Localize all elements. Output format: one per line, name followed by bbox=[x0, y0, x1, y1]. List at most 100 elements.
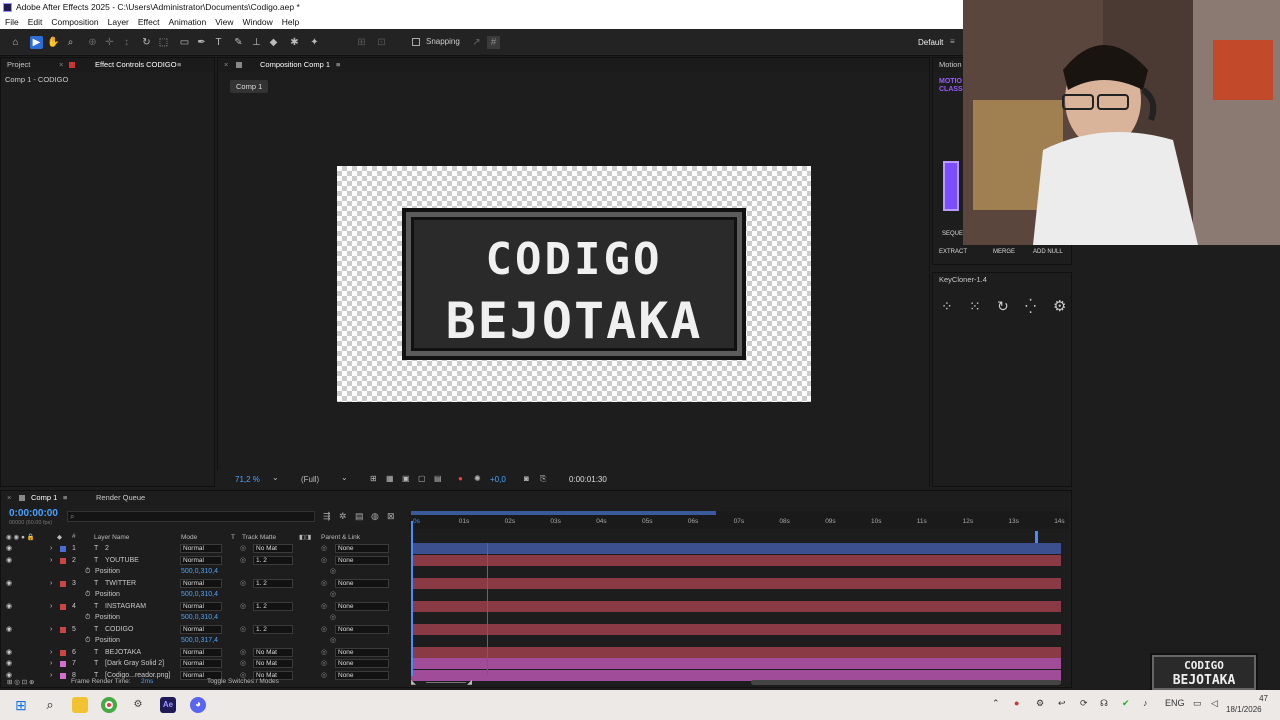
property-value[interactable]: 500,0,310,4 bbox=[181, 612, 218, 624]
zoom-slider[interactable] bbox=[426, 682, 466, 683]
track-matte-icon[interactable]: ◎ bbox=[240, 601, 246, 613]
visibility-eye-icon[interactable]: ◉ bbox=[6, 601, 12, 613]
resolution-select[interactable]: (Full) bbox=[301, 475, 319, 484]
chevron-right-icon[interactable]: › bbox=[50, 624, 52, 636]
pan-camera-icon[interactable]: ✛ bbox=[103, 36, 116, 49]
track-matte-select[interactable]: No Mat bbox=[253, 544, 293, 553]
layer-name[interactable]: YOUTUBE bbox=[105, 555, 139, 567]
orbit-camera-icon[interactable]: ⊕ bbox=[86, 36, 99, 49]
stopwatch-icon[interactable]: ⏱ bbox=[85, 566, 90, 578]
zoom-out-icon[interactable]: ◣ bbox=[411, 678, 416, 686]
region-of-interest-icon[interactable]: ▢ bbox=[418, 474, 426, 483]
mode-select[interactable]: Normal bbox=[180, 659, 222, 668]
property-value[interactable]: 500,0,310,4 bbox=[181, 589, 218, 601]
workspace-label[interactable]: Default bbox=[918, 38, 943, 47]
layer-label-color[interactable] bbox=[60, 626, 66, 633]
pickwhip-icon[interactable]: ◎ bbox=[330, 566, 336, 578]
pickwhip-icon[interactable]: ◎ bbox=[321, 624, 327, 636]
track-matte-icon[interactable]: ◎ bbox=[240, 647, 246, 659]
snapping-checkbox[interactable] bbox=[412, 38, 420, 46]
zoom-tool-icon[interactable]: ⌕ bbox=[64, 36, 77, 49]
mode-select[interactable]: Normal bbox=[180, 555, 222, 565]
layer-name[interactable]: 2 bbox=[105, 543, 109, 555]
chevron-right-icon[interactable]: › bbox=[50, 555, 52, 567]
layer-row[interactable]: ◉ › 4 T INSTAGRAM Normal ◎ 1. 2 ◎ None bbox=[1, 601, 409, 613]
exposure-value[interactable]: +0,0 bbox=[490, 475, 506, 484]
footer-switch-icons[interactable]: ⊞ ◎ ⊡ ⊕ bbox=[7, 678, 34, 686]
comp-mini-flowchart-icon[interactable]: ⇶ bbox=[323, 511, 331, 522]
channel-icon[interactable]: ● bbox=[458, 474, 463, 483]
tab-comp1[interactable]: Comp 1 bbox=[31, 491, 57, 505]
visibility-eye-icon[interactable]: ◉ bbox=[6, 647, 12, 659]
volume-icon[interactable]: ◁ bbox=[1211, 698, 1218, 709]
layer-name[interactable]: TWITTER bbox=[105, 578, 136, 590]
pickwhip-icon[interactable]: ◎ bbox=[330, 635, 336, 647]
search-icon[interactable]: ⌕ bbox=[42, 697, 58, 713]
check-icon[interactable]: ✔ bbox=[1122, 698, 1130, 709]
track-matte-select[interactable]: 1. 2 bbox=[253, 555, 293, 565]
dolly-camera-icon[interactable]: ↕ bbox=[120, 36, 133, 49]
layer-search-input[interactable]: ⌕ bbox=[67, 511, 315, 522]
merge-button[interactable]: MERGE bbox=[993, 249, 1015, 255]
property-value[interactable]: 500,0,317,4 bbox=[181, 635, 218, 647]
menu-layer[interactable]: Layer bbox=[108, 15, 129, 29]
layer-label-color[interactable] bbox=[60, 546, 66, 552]
visibility-eye-icon[interactable]: ◉ bbox=[6, 624, 12, 636]
close-icon[interactable]: × bbox=[59, 58, 63, 72]
rotation-tool-icon[interactable]: ↻ bbox=[140, 36, 153, 49]
layer-row[interactable]: ◉ › 5 T CODIGO Normal ◎ 1. 2 ◎ None bbox=[1, 624, 409, 636]
chevron-right-icon[interactable]: › bbox=[50, 647, 52, 659]
pickwhip-icon[interactable]: ◎ bbox=[321, 658, 327, 670]
parent-select[interactable]: None bbox=[335, 601, 389, 611]
chevron-down-icon[interactable]: ⌄ bbox=[272, 473, 279, 482]
track-matte-icon[interactable]: ◎ bbox=[240, 624, 246, 636]
pickwhip-icon[interactable]: ◎ bbox=[330, 589, 336, 601]
mode-select[interactable]: Normal bbox=[180, 624, 222, 634]
track-matte-icon[interactable]: ◎ bbox=[240, 543, 246, 555]
property-row[interactable]: ⏱ Position 500,0,310,4 ◎ bbox=[1, 566, 409, 578]
panel-menu-icon[interactable]: ≡ bbox=[336, 58, 340, 72]
motion-blur-icon[interactable]: ◍ bbox=[371, 511, 379, 522]
grid-icon[interactable]: ▤ bbox=[434, 474, 442, 483]
mode-select[interactable]: Normal bbox=[180, 647, 222, 657]
stopwatch-icon[interactable]: ⏱ bbox=[85, 635, 90, 647]
layer-label-color[interactable] bbox=[60, 649, 66, 656]
layer-duration-bar[interactable] bbox=[411, 577, 1061, 589]
visibility-eye-icon[interactable]: ◉ bbox=[6, 543, 12, 555]
layer-label-color[interactable] bbox=[60, 603, 66, 610]
track-matte-select[interactable]: 1. 2 bbox=[253, 624, 293, 634]
close-icon[interactable]: × bbox=[7, 491, 11, 505]
scatter-icon[interactable]: ⁛ bbox=[1025, 298, 1036, 315]
transparency-grid-icon[interactable]: ▦ bbox=[386, 474, 394, 483]
snapshot-icon[interactable]: ◙ bbox=[524, 474, 529, 483]
home-icon[interactable]: ⌂ bbox=[9, 36, 22, 49]
roto-brush-icon[interactable]: ✱ bbox=[288, 36, 301, 49]
layer-row[interactable]: ◉ › 1 T 2 Normal ◎ No Mat ◎ None bbox=[1, 543, 409, 555]
mode-select[interactable]: Normal bbox=[180, 544, 222, 553]
menu-file[interactable]: File bbox=[5, 15, 19, 29]
property-value[interactable]: 500,0,310,4 bbox=[181, 566, 218, 578]
pickwhip-icon[interactable]: ◎ bbox=[321, 543, 327, 555]
parent-select[interactable]: None bbox=[335, 659, 389, 668]
time-ruler[interactable]: 0s 01s 02s 03s 04s 05s 06s 07s 08s 09s 10s 11s 12s 13… bbox=[409, 511, 1069, 529]
menu-window[interactable]: Window bbox=[243, 15, 273, 29]
menu-animation[interactable]: Animation bbox=[168, 15, 206, 29]
visibility-eye-icon[interactable]: ◉ bbox=[6, 578, 12, 590]
property-row[interactable]: ⏱ Position 500,0,317,4 ◎ bbox=[1, 635, 409, 647]
mode-select[interactable]: Normal bbox=[180, 601, 222, 611]
app-icon[interactable]: ⚙ bbox=[130, 697, 146, 713]
add-null-button[interactable]: ADD NULL bbox=[1033, 249, 1063, 255]
visibility-eye-icon[interactable]: ◉ bbox=[6, 658, 12, 670]
parent-select[interactable]: None bbox=[335, 624, 389, 634]
loop-icon[interactable]: ↻ bbox=[997, 298, 1009, 315]
clock-date[interactable]: 18/1/2026 bbox=[1226, 705, 1262, 714]
hand-tool-icon[interactable]: ✋ bbox=[47, 36, 60, 49]
menu-view[interactable]: View bbox=[215, 15, 233, 29]
track-matte-select[interactable]: No Mat bbox=[253, 647, 293, 657]
layer-name[interactable]: BEJOTAKA bbox=[105, 647, 141, 659]
parent-select[interactable]: None bbox=[335, 555, 389, 565]
track-matte-select[interactable]: 1. 2 bbox=[253, 578, 293, 588]
layer-row[interactable]: ◉ › 6 T BEJOTAKA Normal ◎ No Mat ◎ None bbox=[1, 647, 409, 659]
color-management-icon[interactable]: ✺ bbox=[474, 474, 481, 483]
pickwhip-icon[interactable]: ◎ bbox=[321, 647, 327, 659]
